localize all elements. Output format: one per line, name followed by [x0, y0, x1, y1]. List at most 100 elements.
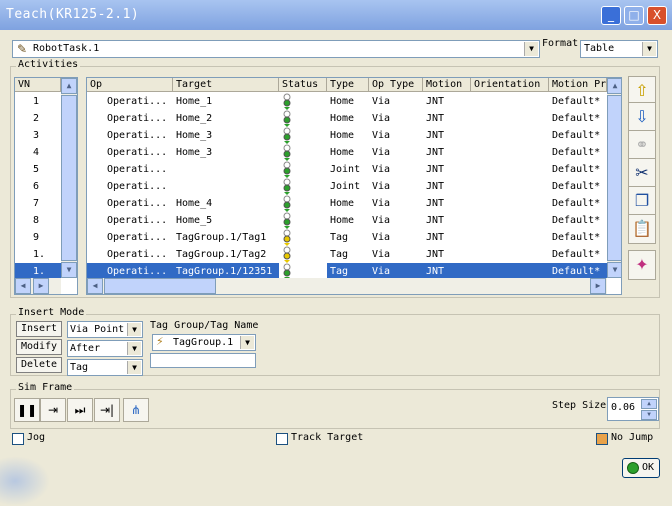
motion-cell: JNT: [426, 130, 445, 141]
close-button[interactable]: X: [647, 6, 667, 25]
type-cell: Home: [330, 113, 355, 124]
table-row[interactable]: Operati... Home_3 Home Via JNT Default*: [87, 127, 607, 144]
op-cell: Operati...: [107, 130, 168, 141]
point-type-select[interactable]: Via Point ▼: [67, 321, 143, 338]
vn-item[interactable]: 6: [15, 178, 61, 195]
table-header: Op Target Status Type Op Type Motion Orientati…: [87, 78, 607, 92]
scroll-down-icon[interactable]: ▼: [61, 262, 77, 278]
modify-button[interactable]: Modify: [16, 339, 62, 355]
insert-button[interactable]: Insert: [16, 321, 62, 337]
pause-button[interactable]: ❚❚: [14, 398, 40, 422]
table-vertical-scrollbar[interactable]: ▲ ▼: [607, 78, 621, 278]
optype-cell: Via: [372, 113, 391, 124]
table-row[interactable]: Operati... TagGroup.1/Tag2 Tag Via JNT Defaul…: [87, 246, 607, 263]
track-target-checkbox[interactable]: [276, 433, 288, 445]
type-cell: Joint: [330, 164, 361, 175]
table-row[interactable]: Operati... Joint Via JNT Default*: [87, 178, 607, 195]
step-size-spinner[interactable]: 0.06 ▲ ▼: [607, 397, 659, 421]
vn-item[interactable]: 2: [15, 110, 61, 127]
minimize-button[interactable]: _: [601, 6, 621, 25]
column-header[interactable]: Orientation: [471, 78, 549, 92]
paste-button[interactable]: 📋: [628, 214, 656, 244]
jog-label: Jog: [27, 432, 46, 443]
step-forward-button[interactable]: ⇥: [40, 398, 66, 422]
vn-item[interactable]: 5: [15, 161, 61, 178]
spin-up-icon[interactable]: ▲: [641, 399, 657, 409]
scroll-right-icon[interactable]: ▶: [33, 278, 49, 294]
scroll-left-icon[interactable]: ◀: [15, 278, 31, 294]
scroll-thumb[interactable]: [104, 278, 216, 294]
jog-checkbox[interactable]: [12, 433, 24, 445]
copy-button[interactable]: ❐: [628, 186, 656, 216]
task-select[interactable]: ✎ RobotTask.1 ▼: [12, 40, 540, 58]
ok-button[interactable]: OK: [622, 458, 660, 478]
tree-view-button[interactable]: ⋔: [123, 398, 149, 422]
fast-forward-button[interactable]: ⏭: [67, 398, 93, 422]
no-jump-checkbox[interactable]: [596, 433, 608, 445]
step-size-label: Step Size: [552, 400, 607, 411]
chevron-down-icon[interactable]: ▼: [127, 361, 141, 374]
status-icon: [279, 178, 327, 195]
column-header[interactable]: Type: [327, 78, 369, 92]
maximize-button[interactable]: □: [624, 6, 644, 25]
table-row[interactable]: Operati... Home_2 Home Via JNT Default*: [87, 110, 607, 127]
column-header[interactable]: Op: [87, 78, 173, 92]
vn-item[interactable]: 9: [15, 229, 61, 246]
vn-item[interactable]: 3: [15, 127, 61, 144]
table-row[interactable]: Operati... Home_5 Home Via JNT Default*: [87, 212, 607, 229]
spin-down-icon[interactable]: ▼: [641, 410, 657, 420]
table-horizontal-scrollbar[interactable]: ◀ ▶: [87, 278, 607, 294]
chevron-down-icon[interactable]: ▼: [642, 42, 656, 56]
link-button[interactable]: ⚭: [628, 130, 656, 160]
kind-select[interactable]: Tag ▼: [67, 359, 143, 376]
table-row[interactable]: Operati... Joint Via JNT Default*: [87, 161, 607, 178]
vn-item[interactable]: 4: [15, 144, 61, 161]
chevron-down-icon[interactable]: ▼: [127, 342, 141, 355]
scroll-down-icon[interactable]: ▼: [607, 262, 621, 278]
chevron-down-icon[interactable]: ▼: [240, 336, 254, 349]
table-row[interactable]: Operati... Home_4 Home Via JNT Default*: [87, 195, 607, 212]
scroll-left-icon[interactable]: ◀: [87, 278, 103, 294]
vn-vertical-scrollbar[interactable]: ▲ ▼: [61, 78, 77, 278]
chevron-down-icon[interactable]: ▼: [524, 42, 538, 56]
vn-horizontal-scrollbar[interactable]: ◀ ▶: [15, 278, 61, 294]
activities-table[interactable]: Op Target Status Type Op Type Motion Orientati…: [86, 77, 622, 295]
scroll-thumb[interactable]: [607, 95, 621, 261]
scroll-right-icon[interactable]: ▶: [590, 278, 606, 294]
jump-to-end-button[interactable]: ⇥|: [94, 398, 120, 422]
vn-item[interactable]: 8: [15, 212, 61, 229]
column-header[interactable]: Status: [279, 78, 327, 92]
profile-cell: Default*: [552, 164, 601, 175]
op-cell: Operati...: [107, 232, 168, 243]
vn-item[interactable]: 7: [15, 195, 61, 212]
optype-cell: Via: [372, 215, 391, 226]
copy-icon: ❐: [634, 191, 650, 210]
vn-list[interactable]: VN 1 2 3 4 5 6 7 8 9 1. 1. ▲ ▼ ◀ ▶: [14, 77, 78, 295]
tag-name-input[interactable]: [150, 353, 256, 368]
cut-button[interactable]: ✂: [628, 158, 656, 188]
move-down-button[interactable]: ⇩: [628, 102, 656, 132]
vn-header[interactable]: VN: [15, 78, 61, 92]
scroll-thumb[interactable]: [61, 95, 77, 261]
delete-button[interactable]: Delete: [16, 357, 62, 373]
status-icon: [279, 229, 327, 246]
target-cell: Home_1: [176, 96, 213, 107]
vn-item[interactable]: 1.: [15, 246, 61, 263]
type-cell: Tag: [330, 249, 349, 260]
tag-group-select[interactable]: ⚡ TagGroup.1 ▼: [152, 334, 256, 351]
column-header[interactable]: Motion: [423, 78, 471, 92]
vn-item[interactable]: 1: [15, 93, 61, 110]
column-header[interactable]: Target: [173, 78, 279, 92]
table-row[interactable]: Operati... TagGroup.1/Tag1 Tag Via JNT Defaul…: [87, 229, 607, 246]
action-button[interactable]: ✦: [628, 250, 656, 280]
column-header[interactable]: Motion Pr: [549, 78, 607, 92]
chevron-down-icon[interactable]: ▼: [127, 323, 141, 336]
position-select[interactable]: After ▼: [67, 340, 143, 357]
table-row[interactable]: Operati... Home_1 Home Via JNT Default*: [87, 93, 607, 110]
scroll-up-icon[interactable]: ▲: [61, 78, 77, 94]
column-header[interactable]: Op Type: [369, 78, 423, 92]
format-select[interactable]: Table ▼: [580, 40, 658, 58]
table-row[interactable]: Operati... Home_3 Home Via JNT Default*: [87, 144, 607, 161]
profile-cell: Default*: [552, 215, 601, 226]
scroll-up-icon[interactable]: ▲: [607, 78, 621, 94]
